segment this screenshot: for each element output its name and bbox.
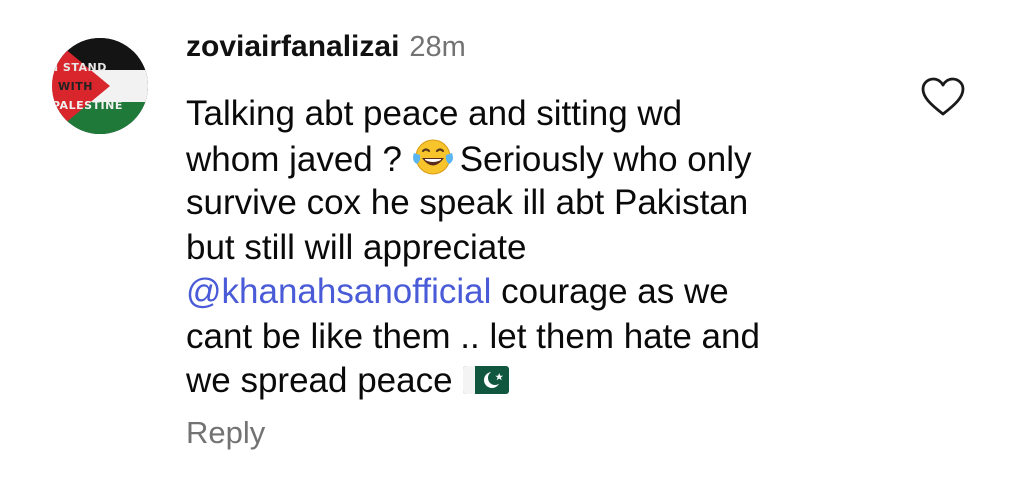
comment-line: survive cox he speak ill abt Pakistan (186, 183, 749, 222)
comment-text: Talking abt peace and sitting wd whom ja… (186, 92, 886, 404)
username-link[interactable]: zoviairfanalizai (186, 30, 399, 64)
reply-button[interactable]: Reply (186, 415, 265, 451)
comment-timestamp: 28m (409, 31, 466, 63)
comment-line: @khanahsanofficial courage as we (186, 270, 886, 315)
comment-header: zoviairfanalizai 28m (186, 30, 466, 70)
avatar-text-line3: PALESTINE (52, 99, 123, 112)
avatar[interactable]: I STAND WITH PALESTINE (52, 38, 148, 134)
comment-line: but still will appreciate (186, 227, 527, 267)
avatar-badge-text: I STAND WITH PALESTINE (52, 38, 148, 134)
avatar-text-line2: WITH (58, 80, 93, 93)
comment-item: I STAND WITH PALESTINE zoviairfanalizai … (0, 0, 1024, 485)
comment-line-text: we spread peace (186, 361, 453, 400)
comment-line: whom javed ? Seriously who only (186, 137, 886, 182)
pakistan-flag-icon (462, 366, 509, 394)
comment-line-text: courage as we (491, 272, 729, 311)
comment-line-text: whom javed ? (186, 139, 402, 179)
face-with-tears-of-joy-icon (412, 139, 453, 174)
mention-link[interactable]: @khanahsanofficial (186, 272, 491, 311)
comment-line: cant be like them .. let them hate and (186, 316, 760, 356)
comment-line-text: Seriously who only (459, 139, 752, 179)
heart-outline-icon (921, 77, 965, 116)
comment-line: we spread peace (186, 359, 886, 404)
like-button[interactable] (920, 76, 966, 118)
avatar-text-line1: I STAND (54, 61, 107, 74)
comment-line: Talking abt peace and sitting wd (186, 94, 683, 133)
